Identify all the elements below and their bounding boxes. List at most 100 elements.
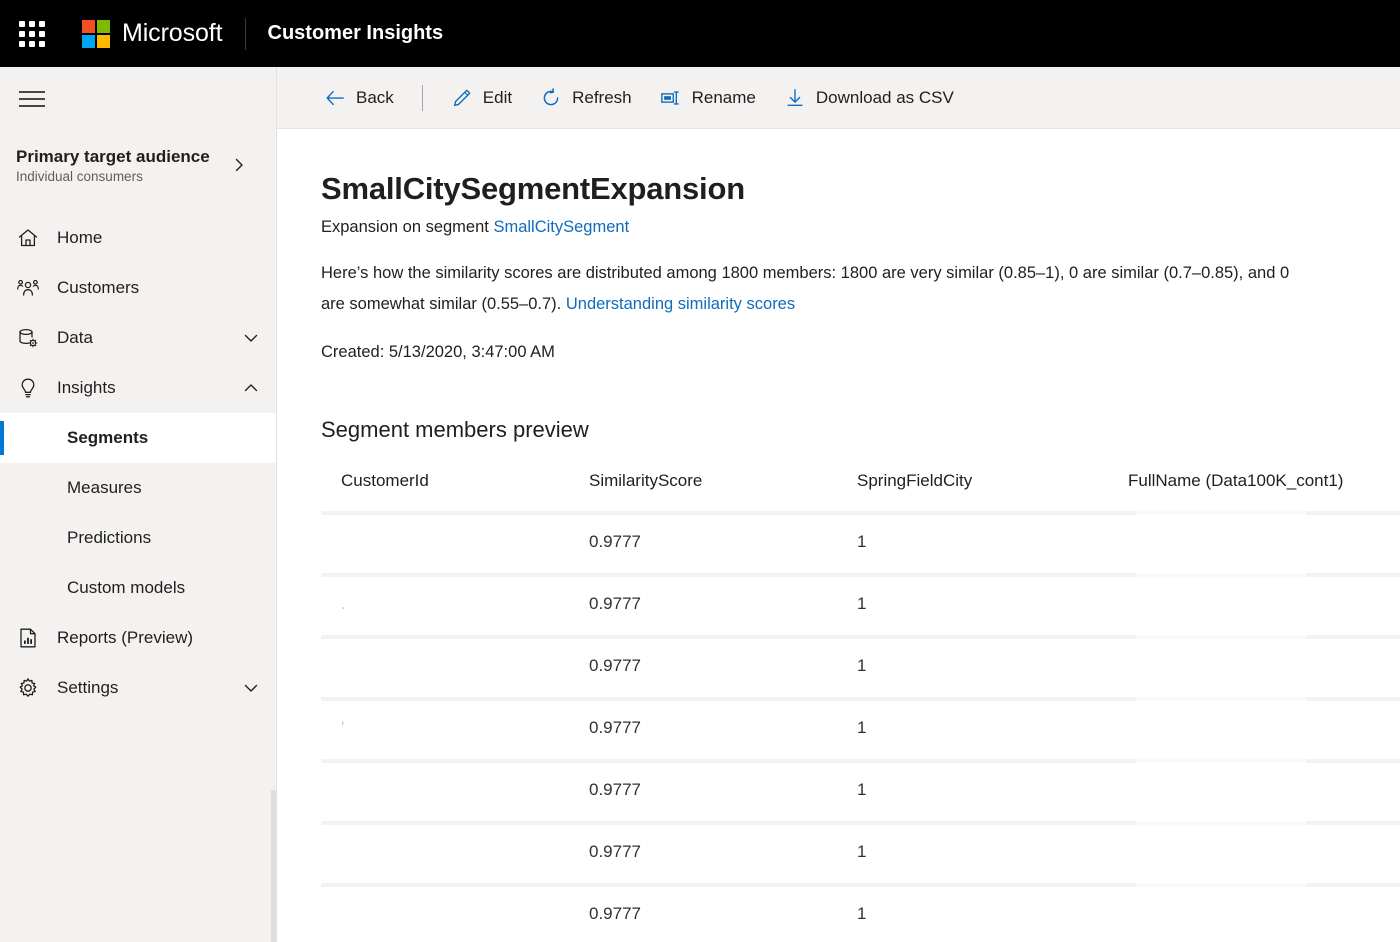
column-header-springfieldcity[interactable]: SpringFieldCity — [857, 471, 1128, 491]
sidebar-item-home[interactable]: Home — [0, 213, 276, 263]
sidebar-item-predictions[interactable]: Predictions — [0, 513, 276, 563]
pencil-icon — [451, 87, 473, 109]
cell-springfieldcity: 1 — [857, 718, 1128, 738]
command-bar-separator — [422, 85, 423, 111]
segment-link[interactable]: SmallCitySegment — [493, 218, 629, 236]
table-row[interactable]: 0.9777 1 — [321, 821, 1400, 883]
table-row[interactable]: 0.9777 1 — [321, 759, 1400, 821]
sidebar-item-label: Settings — [57, 678, 118, 698]
sidebar-item-settings[interactable]: Settings — [0, 663, 276, 713]
cell-similarityscore: 0.9777 — [589, 718, 857, 738]
database-icon — [16, 326, 40, 350]
microsoft-wordmark: Microsoft — [122, 19, 223, 48]
home-icon — [16, 226, 40, 250]
edit-button[interactable]: Edit — [437, 76, 526, 120]
lightbulb-icon — [16, 376, 40, 400]
sidebar: Primary target audience Individual consu… — [0, 67, 277, 942]
rename-button-label: Rename — [692, 88, 756, 108]
segment-subline-prefix: Expansion on segment — [321, 218, 493, 236]
edit-button-label: Edit — [483, 88, 512, 108]
back-button-label: Back — [356, 88, 394, 108]
table-header-row: CustomerId SimilarityScore SpringFieldCi… — [321, 471, 1400, 511]
cell-springfieldcity: 1 — [857, 594, 1128, 614]
sidebar-item-measures[interactable]: Measures — [0, 463, 276, 513]
download-csv-button[interactable]: Download as CSV — [770, 76, 968, 120]
sidebar-item-customers[interactable]: Customers — [0, 263, 276, 313]
cell-springfieldcity: 1 — [857, 842, 1128, 862]
audience-title: Primary target audience — [16, 146, 210, 167]
sidebar-item-label: Measures — [67, 478, 142, 498]
sidebar-item-custom-models[interactable]: Custom models — [0, 563, 276, 613]
sidebar-item-label: Customers — [57, 278, 139, 298]
table-row[interactable]: 0.9777 1 — [321, 511, 1400, 573]
topbar-divider — [245, 18, 246, 50]
table-row[interactable]: 0.9777 1 — [321, 635, 1400, 697]
microsoft-logo-icon — [82, 20, 110, 48]
similarity-description: Here’s how the similarity scores are dis… — [321, 258, 1306, 320]
refresh-button-label: Refresh — [572, 88, 632, 108]
cell-springfieldcity: 1 — [857, 780, 1128, 800]
sidebar-item-label: Custom models — [67, 578, 185, 598]
chevron-down-icon[interactable] — [244, 681, 258, 695]
rename-icon — [660, 87, 682, 109]
cell-springfieldcity: 1 — [857, 904, 1128, 924]
segment-preview-title: Segment members preview — [321, 417, 1400, 443]
download-icon — [784, 87, 806, 109]
people-icon — [16, 276, 40, 300]
sidebar-nav-list: Home Customers — [0, 213, 276, 713]
app-title: Customer Insights — [268, 22, 444, 45]
audience-subtitle: Individual consumers — [16, 168, 210, 185]
similarity-description-text: Here’s how the similarity scores are dis… — [321, 264, 1289, 313]
cell-springfieldcity: 1 — [857, 532, 1128, 552]
table-row[interactable]: ' 0.9777 1 — [321, 697, 1400, 759]
audience-selector[interactable]: Primary target audience Individual consu… — [0, 139, 276, 191]
table-row[interactable]: . 0.9777 1 — [321, 573, 1400, 635]
refresh-button[interactable]: Refresh — [526, 76, 646, 120]
created-timestamp: Created: 5/13/2020, 3:47:00 AM — [321, 343, 1400, 362]
cell-customerid: ' — [321, 718, 589, 738]
arrow-left-icon — [324, 87, 346, 109]
chevron-down-icon[interactable] — [244, 331, 258, 345]
main-content: SmallCitySegmentExpansion Expansion on s… — [278, 129, 1400, 942]
top-navigation-bar: Microsoft Customer Insights — [0, 0, 1400, 67]
sidebar-item-data[interactable]: Data — [0, 313, 276, 363]
sidebar-item-label: Reports (Preview) — [57, 628, 193, 648]
sidebar-item-label: Segments — [67, 428, 148, 448]
cell-similarityscore: 0.9777 — [589, 656, 857, 676]
sidebar-item-reports[interactable]: Reports (Preview) — [0, 613, 276, 663]
report-icon — [16, 626, 40, 650]
chevron-up-icon[interactable] — [244, 381, 258, 395]
chevron-right-icon — [232, 158, 246, 172]
table-row[interactable]: 0.9777 1 — [321, 883, 1400, 942]
column-header-fullname[interactable]: FullName (Data100K_cont1) — [1128, 471, 1400, 491]
app-launcher-icon[interactable] — [18, 20, 46, 48]
cell-springfieldcity: 1 — [857, 656, 1128, 676]
refresh-icon — [540, 87, 562, 109]
cell-similarityscore: 0.9777 — [589, 780, 857, 800]
download-csv-button-label: Download as CSV — [816, 88, 954, 108]
sidebar-item-label: Insights — [57, 378, 116, 398]
cell-similarityscore: 0.9777 — [589, 532, 857, 552]
rename-button[interactable]: Rename — [646, 76, 770, 120]
content-wrapper: SmallCitySegmentExpansion Expansion on s… — [278, 129, 1400, 942]
sidebar-scrollbar[interactable] — [271, 790, 276, 942]
hamburger-menu-icon[interactable] — [8, 75, 56, 123]
sidebar-item-insights[interactable]: Insights — [0, 363, 276, 413]
cell-similarityscore: 0.9777 — [589, 842, 857, 862]
page-title: SmallCitySegmentExpansion — [321, 170, 1400, 208]
audience-text: Primary target audience Individual consu… — [16, 146, 210, 185]
sidebar-item-label: Home — [57, 228, 102, 248]
cell-customerid: . — [321, 594, 589, 614]
column-header-customerid[interactable]: CustomerId — [321, 471, 589, 491]
segment-subline: Expansion on segment SmallCitySegment — [321, 218, 1400, 237]
sidebar-item-label: Predictions — [67, 528, 151, 548]
microsoft-logo[interactable]: Microsoft — [82, 19, 223, 48]
back-button[interactable]: Back — [310, 76, 408, 120]
segment-members-table: CustomerId SimilarityScore SpringFieldCi… — [321, 471, 1400, 942]
gear-icon — [16, 676, 40, 700]
understanding-similarity-scores-link[interactable]: Understanding similarity scores — [566, 295, 795, 313]
sidebar-item-segments[interactable]: Segments — [0, 413, 276, 463]
cell-similarityscore: 0.9777 — [589, 594, 857, 614]
column-header-similarityscore[interactable]: SimilarityScore — [589, 471, 857, 491]
command-bar-items: Back Edit Refr — [310, 67, 968, 128]
